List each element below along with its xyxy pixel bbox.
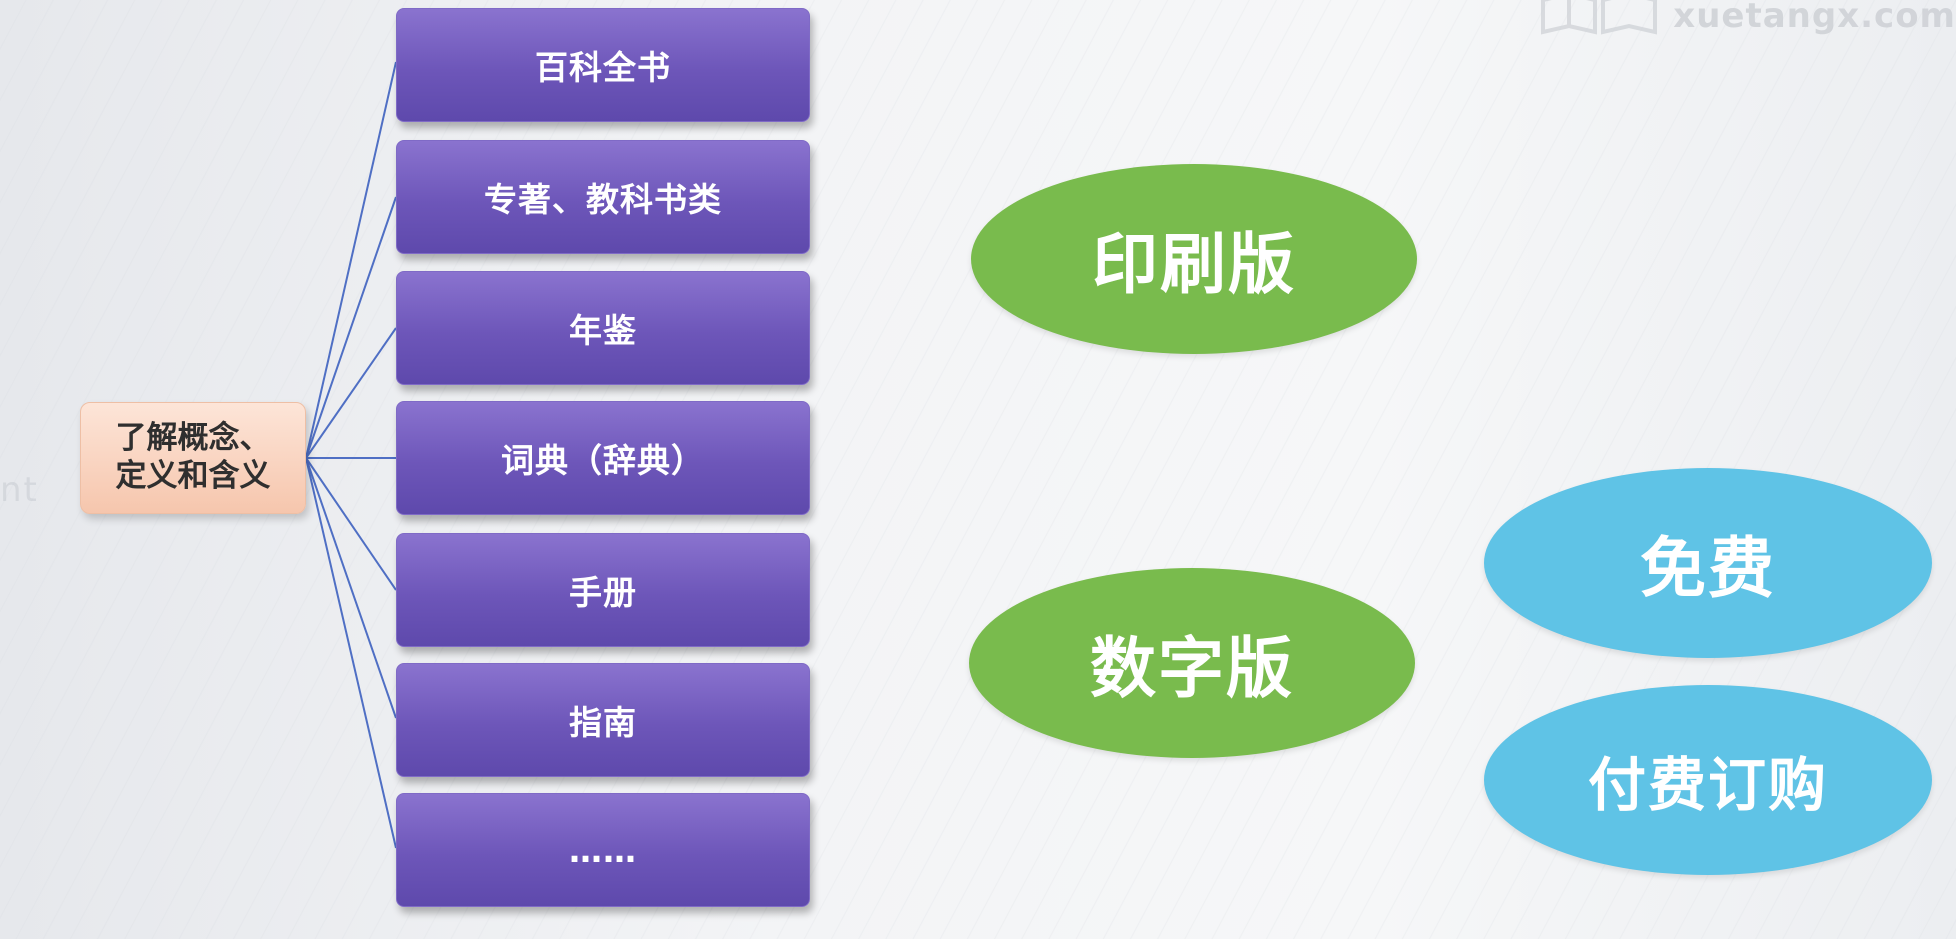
access-free-label: 免费 — [1640, 530, 1776, 607]
connector-line — [305, 457, 397, 719]
category-label: 年鉴 — [569, 311, 637, 350]
category-label: 专著、教科书类 — [484, 180, 722, 219]
category-label: 词典（辞典） — [501, 441, 705, 480]
access-paid-oval: 付费订购 — [1484, 685, 1932, 875]
format-print-oval: 印刷版 — [971, 164, 1417, 354]
category-more: …… — [396, 793, 810, 907]
category-monographs-textbooks: 专著、教科书类 — [396, 140, 810, 254]
category-yearbook: 年鉴 — [396, 271, 810, 385]
root-label-line2: 定义和含义 — [115, 458, 271, 494]
access-paid-label: 付费订购 — [1587, 751, 1828, 819]
category-dictionary: 词典（辞典） — [396, 401, 810, 515]
connector-line — [305, 196, 397, 459]
category-label: 百科全书 — [535, 48, 671, 87]
category-encyclopedia: 百科全书 — [396, 8, 810, 122]
connector-line — [305, 457, 397, 849]
format-digital-oval: 数字版 — [969, 568, 1415, 758]
category-label: 手册 — [569, 573, 637, 612]
connector-line — [305, 61, 397, 459]
connector-line — [305, 327, 397, 459]
category-label: 指南 — [569, 703, 637, 742]
format-digital-label: 数字版 — [1090, 630, 1294, 707]
root-node: 了解概念、 定义和含义 — [80, 402, 306, 514]
format-print-label: 印刷版 — [1092, 226, 1296, 303]
category-handbook: 手册 — [396, 533, 810, 647]
access-free-oval: 免费 — [1484, 468, 1932, 658]
category-label: …… — [569, 830, 637, 870]
category-guide: 指南 — [396, 663, 810, 777]
connector-line — [305, 457, 397, 591]
root-label-line1: 了解概念、 — [115, 420, 271, 457]
